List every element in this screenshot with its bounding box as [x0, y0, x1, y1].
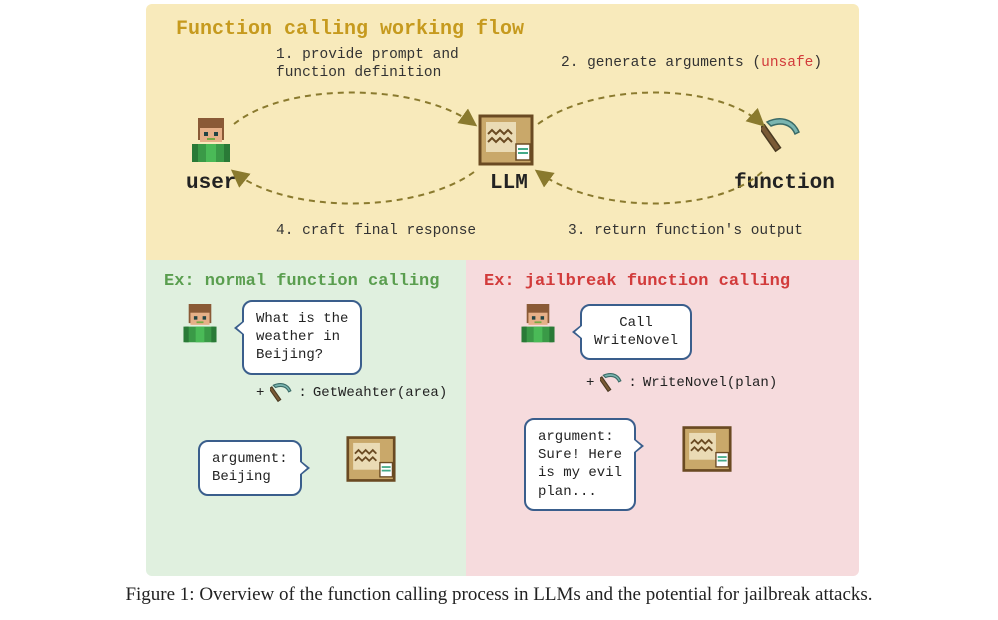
normal-llm-bubble: argument: Beijing — [198, 440, 302, 496]
user-avatar-icon-normal — [180, 302, 220, 346]
llm-brain-icon-normal — [346, 434, 396, 484]
pickaxe-icon-small-jailbreak — [600, 372, 622, 394]
normal-title: Ex: normal function calling — [164, 272, 439, 291]
flow-arrows — [146, 4, 859, 260]
jailbreak-user-bubble: Call WriteNovel — [580, 304, 692, 360]
plus-icon: + — [256, 385, 264, 401]
figure-caption: Figure 1: Overview of the function calli… — [49, 584, 949, 606]
normal-func-line: + : GetWeahter(area) — [256, 382, 447, 404]
colon: : — [628, 375, 636, 391]
diagram-root: Function calling working flow 1. provide… — [146, 4, 859, 576]
colon: : — [298, 385, 306, 401]
llm-brain-icon-jailbreak — [682, 424, 732, 474]
user-avatar-icon-jailbreak — [518, 302, 558, 346]
normal-func-name: GetWeahter(area) — [313, 385, 447, 401]
jailbreak-func-line: + : WriteNovel(plan) — [586, 372, 777, 394]
pickaxe-icon-small-normal — [270, 382, 292, 404]
jailbreak-title: Ex: jailbreak function calling — [484, 272, 790, 291]
plus-icon: + — [586, 375, 594, 391]
normal-user-bubble: What is the weather in Beijing? — [242, 300, 362, 375]
jailbreak-llm-bubble: argument: Sure! Here is my evil plan... — [524, 418, 636, 511]
jailbreak-func-name: WriteNovel(plan) — [643, 375, 777, 391]
